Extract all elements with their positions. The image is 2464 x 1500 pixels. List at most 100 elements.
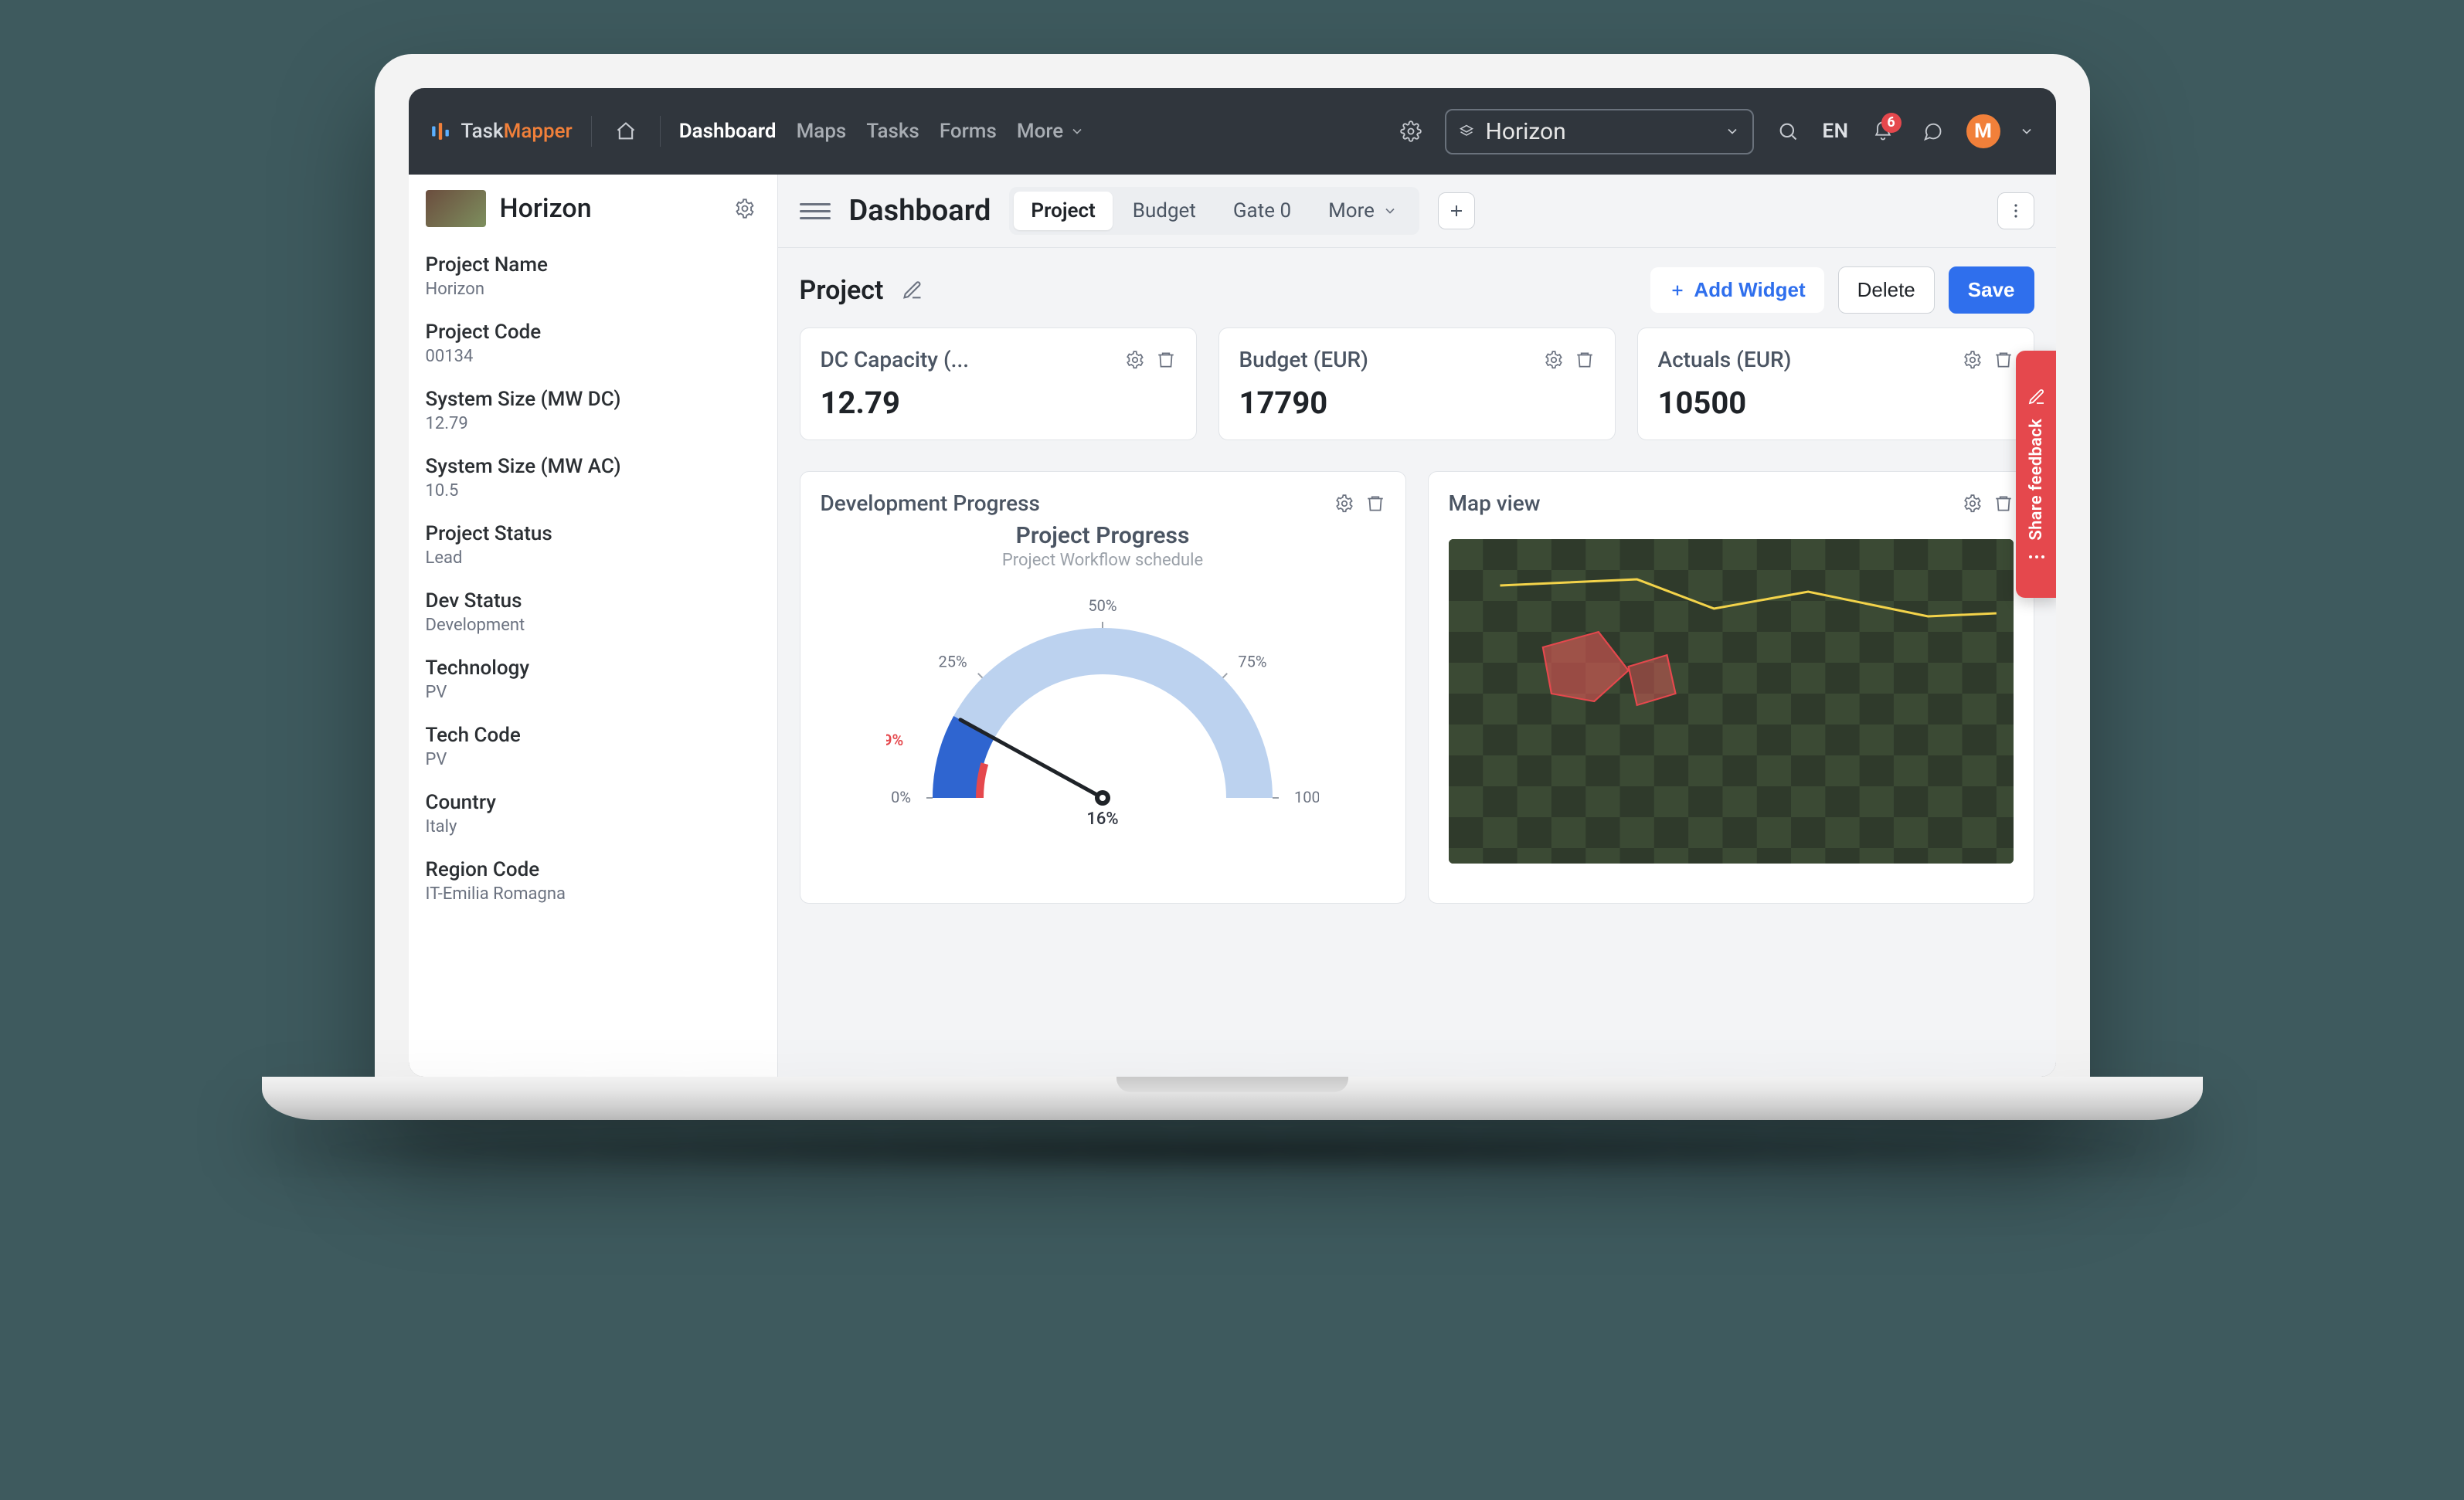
home-icon[interactable] <box>610 116 641 147</box>
metric-title: Budget (EUR) <box>1239 347 1533 372</box>
user-menu-chevron-icon[interactable] <box>2019 124 2034 139</box>
widget-settings-icon[interactable] <box>1334 494 1354 514</box>
settings-icon[interactable] <box>1395 116 1426 147</box>
sidebar-row-label: Dev Status <box>426 589 760 613</box>
gauge-needle-label: 16% <box>1086 809 1118 829</box>
widget-settings-icon[interactable] <box>1125 350 1145 370</box>
notification-badge: 6 <box>1881 113 1902 133</box>
metric-card: DC Capacity (... 12.79 <box>800 327 1197 440</box>
add-tab-button[interactable] <box>1438 192 1475 229</box>
tab-gate0[interactable]: Gate 0 <box>1216 192 1308 230</box>
sidebar-row[interactable]: Project StatusLead <box>409 511 777 579</box>
sidebar-row[interactable]: Region CodeIT-Emilia Romagna <box>409 847 777 915</box>
sidebar-row-value: 12.79 <box>426 414 760 433</box>
delete-button[interactable]: Delete <box>1838 266 1935 314</box>
language-switch[interactable]: EN <box>1822 120 1848 143</box>
content-area[interactable]: DC Capacity (... 12.79 Budget (EUR)17790Ac… <box>778 320 2056 1077</box>
laptop-screen: TaskMapper Dashboard Maps Tasks Forms Mo… <box>409 88 2056 1077</box>
metric-row: DC Capacity (... 12.79 Budget (EUR)17790Ac… <box>800 327 2034 440</box>
topbar: TaskMapper Dashboard Maps Tasks Forms Mo… <box>409 88 2056 175</box>
sidebar-row-label: System Size (MW DC) <box>426 388 760 411</box>
project-thumbnail <box>426 190 486 227</box>
sidebar-row-label: Tech Code <box>426 724 760 747</box>
sidebar-row[interactable]: CountryItaly <box>409 780 777 847</box>
gauge-tick-label: 50% <box>1088 596 1116 615</box>
brand[interactable]: TaskMapper <box>430 120 573 143</box>
metric-value: 12.79 <box>821 385 1176 421</box>
widget-delete-icon[interactable] <box>1156 350 1176 370</box>
primary-nav: Dashboard Maps Tasks Forms More <box>679 120 1086 143</box>
notifications-icon[interactable]: 6 <box>1868 116 1898 147</box>
widget-settings-icon[interactable] <box>1963 494 1983 514</box>
brand-text: TaskMapper <box>461 120 573 143</box>
section-header: Project Add Widget Delete Save <box>778 248 2056 320</box>
chevron-down-icon <box>1725 124 1740 139</box>
gauge-tick-label: 100% <box>1294 788 1319 806</box>
gauge-tick-label: 75% <box>1238 653 1266 671</box>
tab-project[interactable]: Project <box>1014 192 1112 230</box>
sidebar-row[interactable]: Project NameHorizon <box>409 243 777 310</box>
widget-delete-icon[interactable] <box>1365 494 1385 514</box>
dots-icon <box>2028 553 2045 561</box>
sidebar-row[interactable]: System Size (MW DC) 12.79 <box>409 377 777 444</box>
sidebar-settings-icon[interactable] <box>729 193 760 224</box>
metric-card: Budget (EUR)17790 <box>1218 327 1616 440</box>
kebab-menu-button[interactable] <box>1997 192 2034 229</box>
save-button[interactable]: Save <box>1949 266 2034 314</box>
map-view-title: Map view <box>1449 490 1952 516</box>
sidebar-list[interactable]: Project NameHorizon Project Code 00134 Syst… <box>409 243 777 1077</box>
widget-settings-icon[interactable] <box>1963 350 1983 370</box>
app-body: Horizon Project NameHorizonProject Code0… <box>409 175 2056 1077</box>
sidebar-row-label: Project Code <box>426 321 760 344</box>
project-selector[interactable]: Horizon <box>1445 109 1754 154</box>
dev-progress-card: Development Progress Project Progress Pr… <box>800 471 1406 904</box>
add-widget-button[interactable]: Add Widget <box>1650 267 1823 313</box>
share-feedback-label: Share feedback <box>2027 419 2046 541</box>
user-avatar[interactable]: M <box>1966 114 2000 148</box>
project-selector-label: Horizon <box>1485 118 1714 145</box>
nav-dashboard[interactable]: Dashboard <box>679 120 777 143</box>
dashboard-tabs: Project Budget Gate 0 More <box>1009 187 1419 235</box>
widget-delete-icon[interactable] <box>1575 350 1595 370</box>
app-root: TaskMapper Dashboard Maps Tasks Forms Mo… <box>409 88 2056 1077</box>
sidebar-row[interactable]: Project Code 00134 <box>409 310 777 377</box>
sidebar-row-label: Technology <box>426 657 760 680</box>
sidebar-row-label: Region Code <box>426 858 760 881</box>
topbar-divider <box>591 116 592 147</box>
sidebar-row[interactable]: System Size (MW AC) 10.5 <box>409 444 777 511</box>
nav-forms[interactable]: Forms <box>940 120 997 143</box>
nav-more[interactable]: More <box>1017 120 1085 143</box>
share-feedback-tab[interactable]: Share feedback <box>2016 351 2056 598</box>
widget-settings-icon[interactable] <box>1544 350 1564 370</box>
sidebar-row-value: 00134 <box>426 347 760 366</box>
sidebar-row[interactable]: Tech Code PV <box>409 713 777 780</box>
main: Dashboard Project Budget Gate 0 More <box>778 175 2056 1077</box>
sidebar-toggle-icon[interactable] <box>800 195 831 226</box>
widget-delete-icon[interactable] <box>1993 494 2014 514</box>
sidebar-row-value: Development <box>426 616 760 635</box>
tab-more[interactable]: More <box>1311 192 1415 230</box>
dev-progress-title: Development Progress <box>821 490 1324 516</box>
nav-maps[interactable]: Maps <box>797 120 847 143</box>
sidebar-row[interactable]: TechnologyPV <box>409 646 777 713</box>
metric-title: DC Capacity (... <box>821 347 1114 372</box>
map-preview[interactable] <box>1449 539 2014 864</box>
sidebar-row-value: 10.5 <box>426 481 760 501</box>
laptop-base <box>262 1077 2203 1120</box>
gauge-marker-label: 9% <box>886 731 903 749</box>
gauge-tick-label: 25% <box>938 653 967 671</box>
widget-delete-icon[interactable] <box>1993 350 2014 370</box>
nav-tasks[interactable]: Tasks <box>866 120 919 143</box>
sidebar: Horizon Project NameHorizonProject Code0… <box>409 175 778 1077</box>
sidebar-row-label: System Size (MW AC) <box>426 455 760 478</box>
sidebar-row-value: PV <box>426 750 760 769</box>
chat-icon[interactable] <box>1917 116 1948 147</box>
metric-card: Actuals (EUR)10500 <box>1637 327 2034 440</box>
laptop-shadow <box>305 1128 2160 1174</box>
topbar-divider <box>660 116 661 147</box>
page-title: Dashboard <box>849 194 991 228</box>
edit-section-icon[interactable] <box>897 275 928 306</box>
search-icon[interactable] <box>1772 116 1803 147</box>
tab-budget[interactable]: Budget <box>1116 192 1213 230</box>
sidebar-row[interactable]: Dev Status Development <box>409 579 777 646</box>
